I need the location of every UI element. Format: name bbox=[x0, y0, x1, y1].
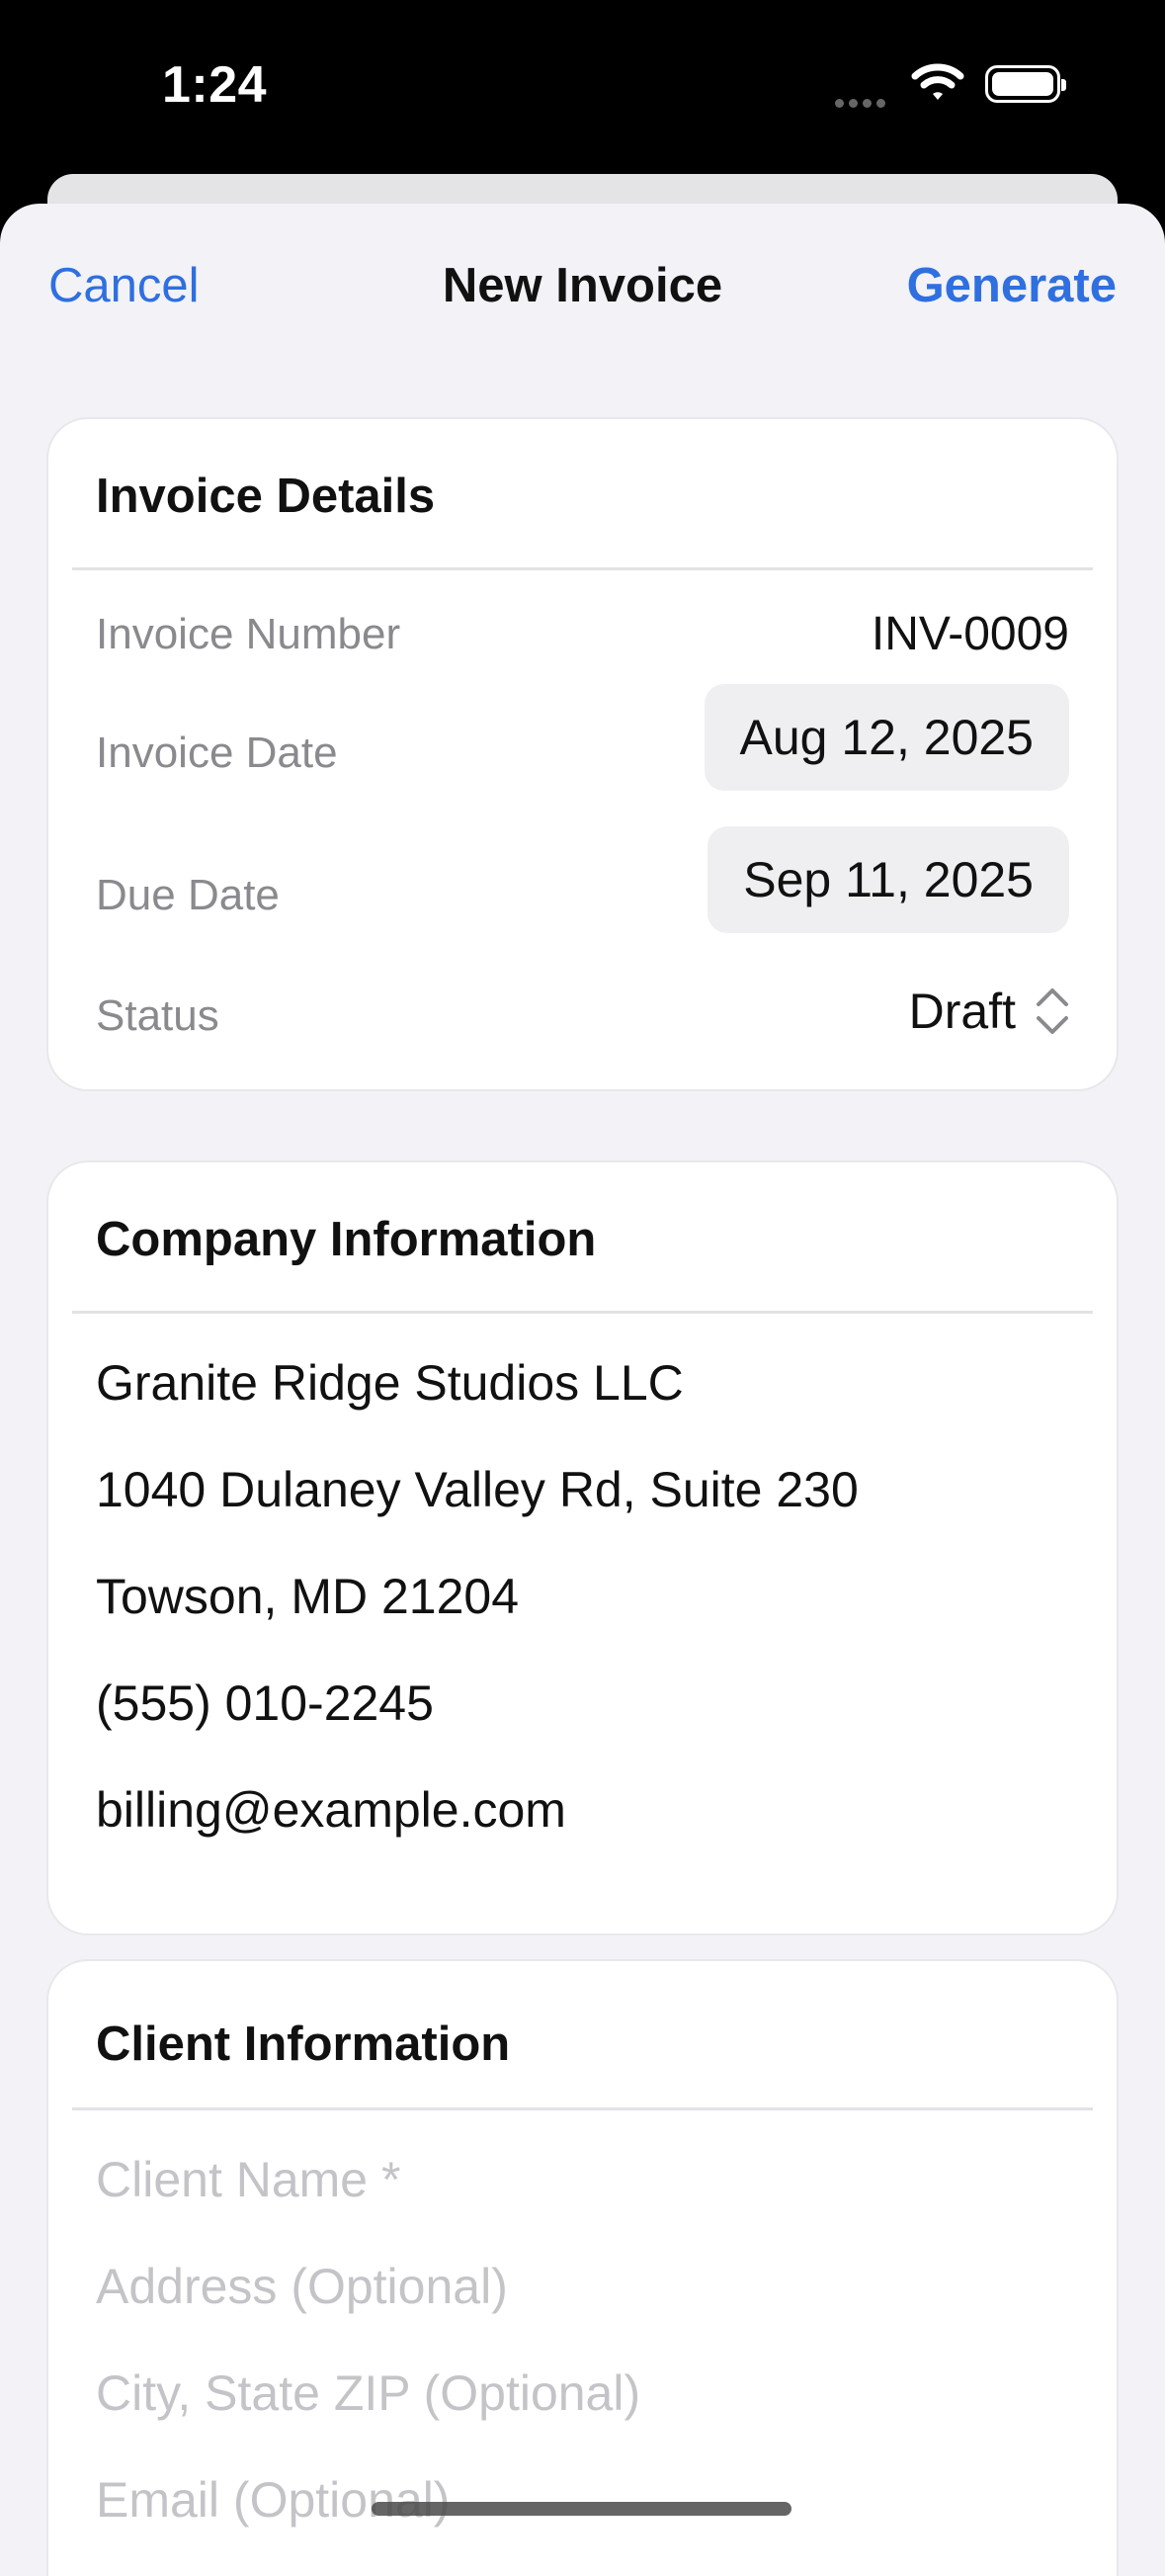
status-bar: 1:24 bbox=[0, 0, 1165, 178]
client-address-input[interactable]: Address (Optional) bbox=[96, 2258, 508, 2315]
invoice-date-label: Invoice Date bbox=[96, 729, 338, 777]
due-date-label: Due Date bbox=[96, 871, 280, 919]
status-label: Status bbox=[96, 991, 219, 1040]
company-information-card: Company Information Granite Ridge Studio… bbox=[48, 1162, 1117, 1933]
divider bbox=[72, 2107, 1093, 2110]
home-indicator[interactable] bbox=[372, 2502, 791, 2516]
status-time: 1:24 bbox=[162, 56, 268, 114]
status-picker[interactable]: Draft bbox=[909, 983, 1069, 1040]
company-address-field[interactable]: 1040 Dulaney Valley Rd, Suite 230 bbox=[96, 1461, 859, 1518]
client-email-input[interactable]: Email (Optional) bbox=[96, 2471, 450, 2529]
status-value: Draft bbox=[908, 984, 1016, 1039]
client-information-card: Client Information Client Name * Address… bbox=[48, 1961, 1117, 2576]
invoice-date-picker[interactable]: Aug 12, 2025 bbox=[704, 684, 1069, 791]
client-city-input[interactable]: City, State ZIP (Optional) bbox=[96, 2364, 640, 2422]
new-invoice-sheet: Cancel New Invoice Generate Invoice Deta… bbox=[0, 204, 1165, 2576]
cellular-signal-icon bbox=[835, 95, 890, 113]
client-name-input[interactable]: Client Name * bbox=[96, 2151, 400, 2208]
company-email-field[interactable]: billing@example.com bbox=[96, 1781, 566, 1839]
invoice-number-value: INV-0009 bbox=[871, 608, 1069, 660]
invoice-number-label: Invoice Number bbox=[96, 610, 401, 658]
generate-button[interactable]: Generate bbox=[907, 258, 1117, 313]
invoice-details-title: Invoice Details bbox=[96, 470, 436, 523]
company-city-field[interactable]: Towson, MD 21204 bbox=[96, 1568, 519, 1625]
company-name-field[interactable]: Granite Ridge Studios LLC bbox=[96, 1354, 684, 1412]
divider bbox=[72, 1311, 1093, 1314]
company-information-title: Company Information bbox=[96, 1213, 597, 1266]
client-information-title: Client Information bbox=[96, 2018, 511, 2071]
company-phone-field[interactable]: (555) 010-2245 bbox=[96, 1674, 434, 1732]
invoice-details-card: Invoice Details Invoice Number INV-0009 … bbox=[48, 419, 1117, 1089]
divider bbox=[72, 567, 1093, 570]
chevron-up-down-icon bbox=[1037, 988, 1068, 1034]
wifi-icon bbox=[911, 63, 964, 100]
due-date-picker[interactable]: Sep 11, 2025 bbox=[707, 826, 1069, 933]
nav-bar: Cancel New Invoice Generate bbox=[0, 204, 1165, 372]
battery-icon bbox=[985, 65, 1066, 103]
